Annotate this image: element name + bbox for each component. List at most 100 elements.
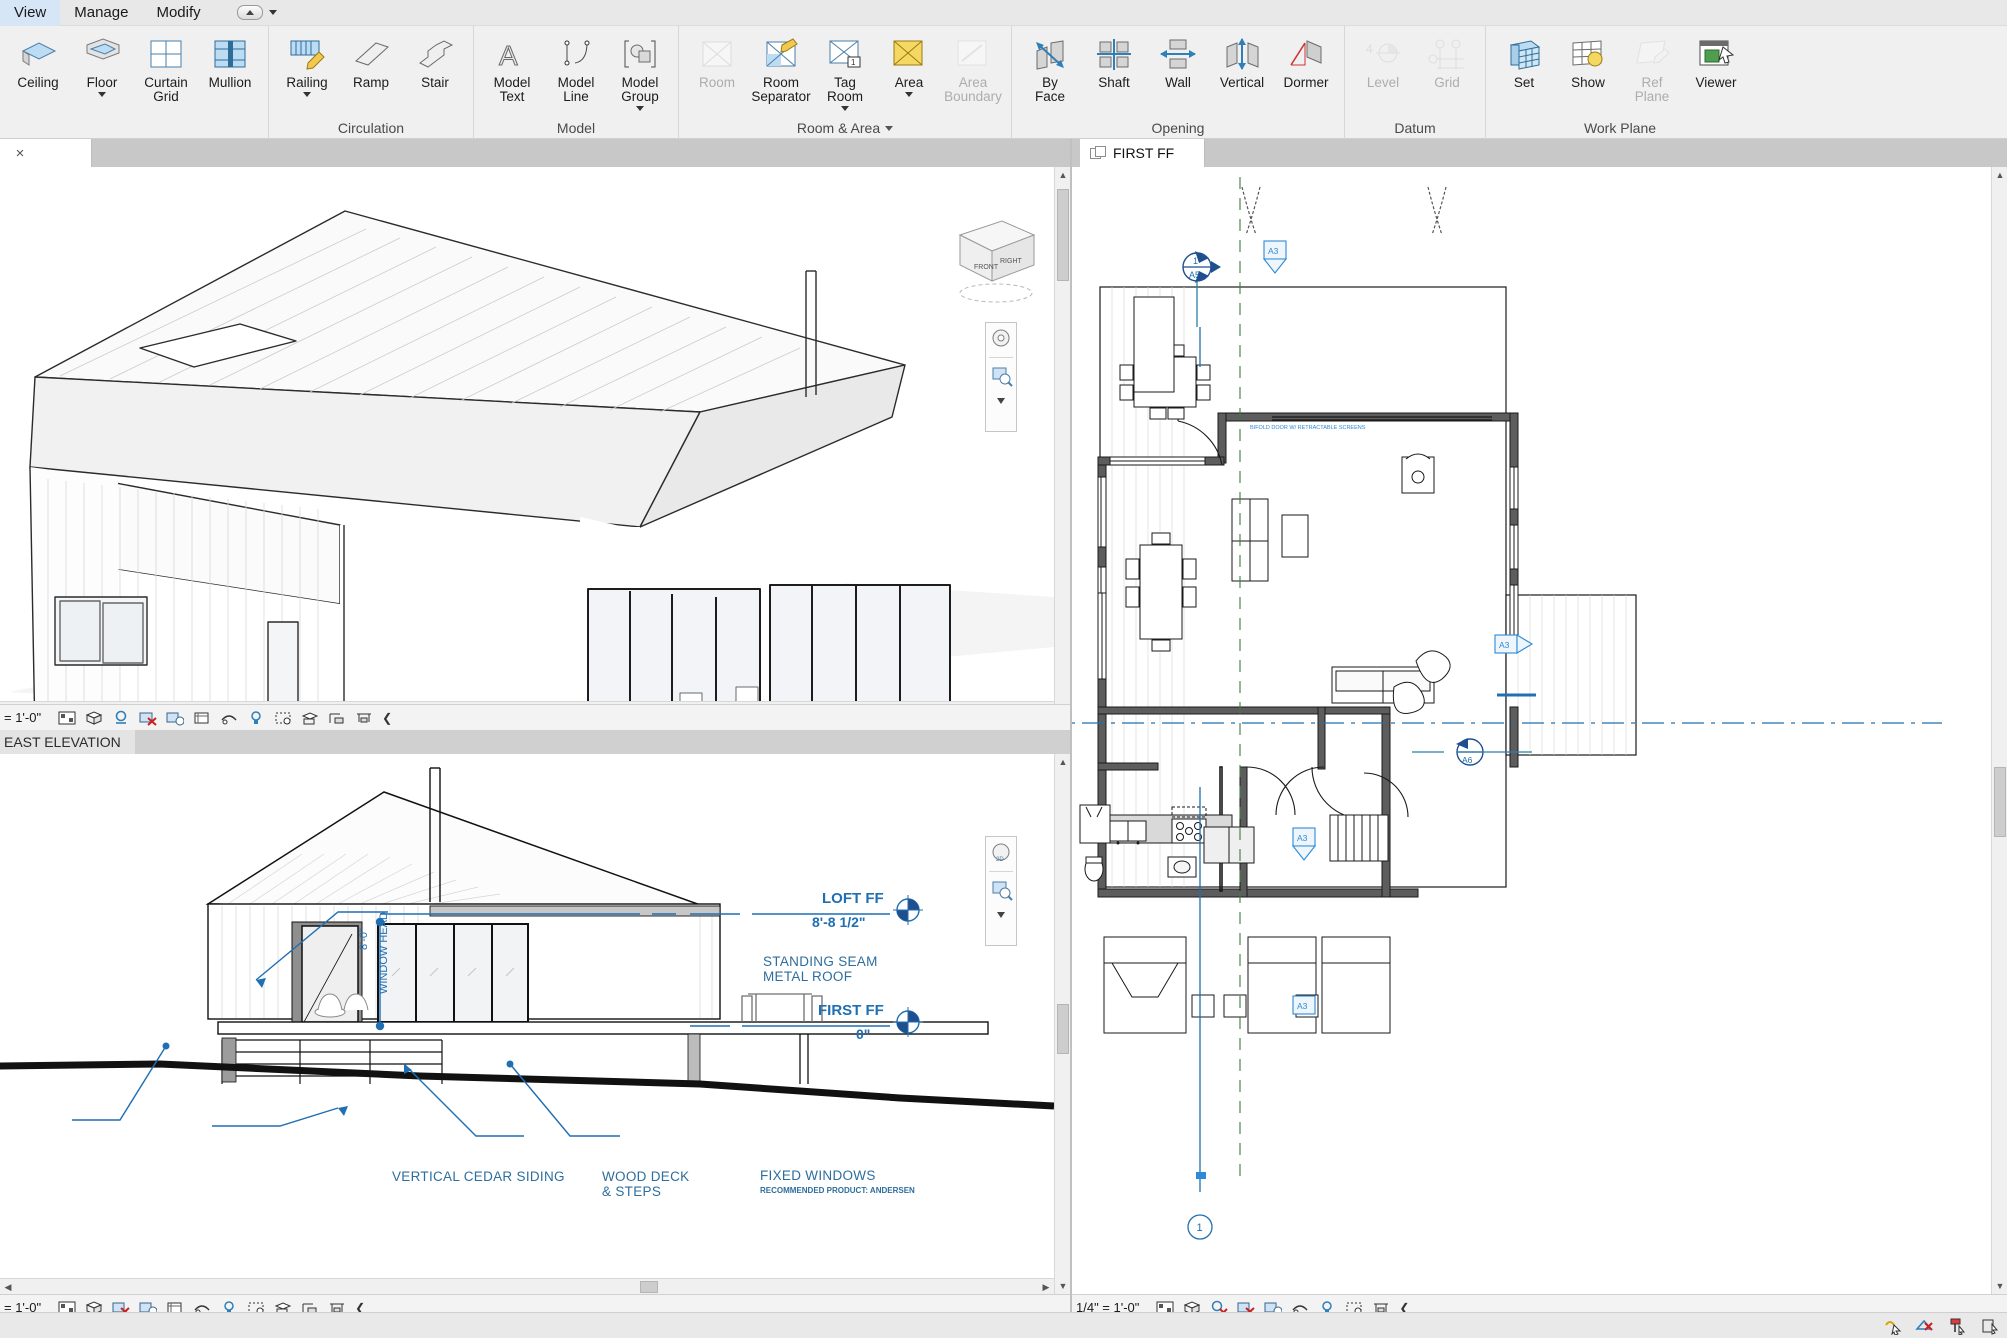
- temporary-hide-isolate-icon[interactable]: [247, 710, 265, 726]
- expand-chevron-icon[interactable]: ❮: [382, 711, 392, 725]
- ribbon-button-tag-room[interactable]: 1 Tag Room: [813, 32, 877, 112]
- annotation-fixed-windows: FIXED WINDOWS: [760, 1168, 876, 1183]
- select-links-icon[interactable]: [1883, 1317, 1903, 1336]
- level-label-loft-ff[interactable]: LOFT FF: [822, 890, 884, 907]
- nav-dropdown-icon[interactable]: [988, 908, 1014, 932]
- ribbon-button-shaft[interactable]: Shaft: [1082, 32, 1146, 91]
- ribbon-button-area[interactable]: Area: [877, 32, 941, 98]
- ribbon-button-show[interactable]: Show: [1556, 32, 1620, 91]
- scroll-thumb[interactable]: [1994, 767, 2006, 837]
- view-tab-first-ff[interactable]: FIRST FF: [1080, 139, 1205, 167]
- ribbon-button-ramp[interactable]: Ramp: [339, 32, 403, 91]
- level-elevation-first-ff[interactable]: 0": [856, 1026, 870, 1042]
- level-elevation-loft-ff[interactable]: 8'-8 1/2": [812, 914, 866, 930]
- crop-view-icon[interactable]: [193, 710, 211, 726]
- svg-text:A3: A3: [1268, 246, 1279, 256]
- view-cube[interactable]: FRONT RIGHT: [930, 207, 1050, 307]
- ribbon-button-label: Set: [1513, 75, 1535, 90]
- ribbon-group-opening: By Face Shaft Wall Vertical Dormer Opening: [1012, 26, 1345, 139]
- ribbon-button-label: Grid: [1434, 75, 1460, 90]
- elevation-view-canvas[interactable]: STANDING SEAM METAL ROOF VERTICAL CEDAR …: [0, 754, 1070, 1294]
- ribbon-button-model-text[interactable]: A Model Text: [480, 32, 544, 105]
- 3d-view-canvas[interactable]: FRONT RIGHT: [0, 167, 1070, 717]
- menu-item-view[interactable]: View: [0, 0, 61, 26]
- scroll-down-arrow[interactable]: ▼: [1992, 1278, 2007, 1294]
- vertical-scrollbar-3d[interactable]: ▲ ▼: [1054, 167, 1070, 717]
- model-group-icon: [619, 35, 661, 73]
- ribbon-button-curtain-grid[interactable]: Curtain Grid: [134, 32, 198, 105]
- menu-item-manage[interactable]: Manage: [60, 0, 142, 26]
- ribbon-button-by-face[interactable]: By Face: [1018, 32, 1082, 105]
- select-underlay-icon[interactable]: [1915, 1317, 1935, 1335]
- ribbon-button-dormer[interactable]: Dormer: [1274, 32, 1338, 91]
- ribbon-button-model-group[interactable]: Model Group: [608, 32, 672, 112]
- ribbon-group-title: Work Plane: [1492, 117, 1748, 139]
- chevron-down-icon[interactable]: [905, 92, 913, 97]
- zoom-tool-icon[interactable]: [988, 878, 1014, 902]
- vertical-scrollbar-elevation[interactable]: ▲ ▼: [1054, 754, 1070, 1294]
- viewport-floor-plan[interactable]: BIFOLD DOOR W/ RETRACTABLE SCREENS 1 1 A…: [1072, 167, 2007, 1294]
- collapse-ribbon-icon[interactable]: [236, 5, 263, 20]
- scroll-thumb[interactable]: [1057, 189, 1069, 281]
- chevron-down-icon[interactable]: [636, 106, 644, 111]
- detail-level-icon[interactable]: [58, 710, 76, 726]
- navigation-bar-3d[interactable]: [985, 322, 1017, 432]
- level-label-first-ff[interactable]: FIRST FF: [818, 1002, 884, 1019]
- options-dropdown-icon[interactable]: [268, 10, 277, 15]
- chevron-down-icon[interactable]: [841, 106, 849, 111]
- vertical-scrollbar-plan[interactable]: ▲ ▼: [1991, 167, 2007, 1294]
- floor-icon: [81, 35, 123, 73]
- ribbon-button-railing[interactable]: Railing: [275, 32, 339, 98]
- chevron-down-icon[interactable]: [303, 92, 311, 97]
- ribbon-button-ceiling[interactable]: Ceiling: [6, 32, 70, 91]
- analytical-model-icon[interactable]: [328, 710, 346, 726]
- ribbon-button-room-separator[interactable]: Room Separator: [749, 32, 813, 105]
- ribbon-button-wall[interactable]: Wall: [1146, 32, 1210, 91]
- constraints-icon[interactable]: [355, 710, 373, 726]
- steering-wheel-2d-icon[interactable]: 2D: [988, 841, 1014, 865]
- show-crop-region-icon[interactable]: [220, 710, 238, 726]
- scroll-up-arrow[interactable]: ▲: [1055, 167, 1070, 183]
- visual-style-icon[interactable]: [85, 710, 103, 726]
- ribbon-button-stair[interactable]: Stair: [403, 32, 467, 91]
- rendering-dialog-icon[interactable]: [166, 710, 185, 726]
- scroll-thumb[interactable]: [1057, 1004, 1069, 1054]
- ribbon-button-floor[interactable]: Floor: [70, 32, 134, 98]
- viewport-elevation[interactable]: STANDING SEAM METAL ROOF VERTICAL CEDAR …: [0, 754, 1070, 1294]
- chevron-down-icon[interactable]: [98, 92, 106, 97]
- close-icon[interactable]: ×: [16, 145, 25, 162]
- ribbon-group-title: [6, 117, 262, 139]
- scroll-down-arrow[interactable]: ▼: [1055, 1278, 1070, 1294]
- shadows-off-icon[interactable]: [139, 710, 157, 726]
- temporary-view-properties-icon[interactable]: [301, 710, 319, 726]
- floor-plan-canvas[interactable]: BIFOLD DOOR W/ RETRACTABLE SCREENS 1 1 A…: [1072, 167, 2007, 1294]
- scroll-thumb[interactable]: [640, 1281, 658, 1293]
- scroll-up-arrow[interactable]: ▲: [1055, 754, 1070, 770]
- ribbon-button-vertical[interactable]: Vertical: [1210, 32, 1274, 91]
- elevation-annotations: [72, 895, 923, 1137]
- viewport-3d[interactable]: FRONT RIGHT ▲: [0, 167, 1070, 717]
- navigation-bar-elevation[interactable]: 2D: [985, 836, 1017, 946]
- ribbon-button-mullion[interactable]: Mullion: [198, 32, 262, 91]
- ribbon-button-set[interactable]: Set: [1492, 32, 1556, 91]
- dimension-window-head-label: WINDOW HEAD: [378, 912, 390, 994]
- ribbon-button-viewer[interactable]: Viewer: [1684, 32, 1748, 91]
- view-scale-label[interactable]: = 1'-0": [4, 710, 41, 725]
- select-pinned-icon[interactable]: [1947, 1317, 1967, 1336]
- area-boundary-icon: [952, 35, 994, 73]
- reveal-hidden-elements-icon[interactable]: [274, 710, 292, 726]
- scroll-right-arrow[interactable]: ▶: [1038, 1279, 1054, 1294]
- steering-wheel-icon[interactable]: [988, 327, 1014, 351]
- chevron-down-icon[interactable]: [885, 125, 894, 131]
- drag-elements-icon[interactable]: [1979, 1317, 1999, 1335]
- view-tab-3d[interactable]: 3D} ×: [0, 139, 92, 167]
- menu-item-modify[interactable]: Modify: [142, 0, 214, 26]
- scroll-left-arrow[interactable]: ◀: [0, 1279, 16, 1294]
- scroll-up-arrow[interactable]: ▲: [1992, 167, 2007, 183]
- zoom-tool-icon[interactable]: [988, 364, 1014, 388]
- nav-dropdown-icon[interactable]: [988, 394, 1014, 418]
- horizontal-scrollbar-elevation[interactable]: ◀ ▶: [0, 1278, 1054, 1294]
- sun-path-icon[interactable]: [112, 710, 130, 726]
- view-name-label: EAST ELEVATION: [4, 734, 135, 750]
- ribbon-button-model-line[interactable]: Model Line: [544, 32, 608, 105]
